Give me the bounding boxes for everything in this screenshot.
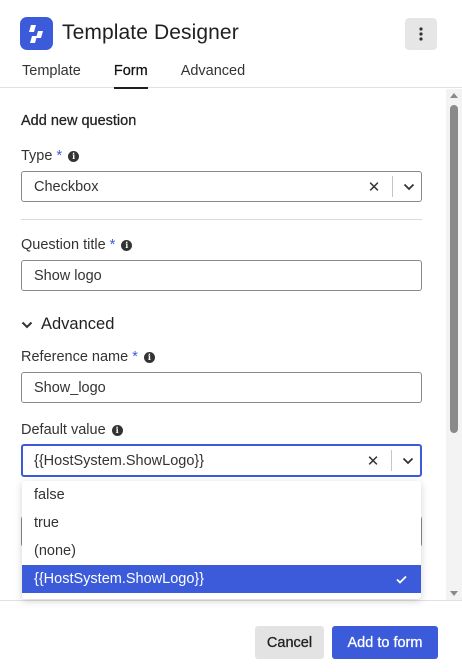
- required-mark: *: [132, 349, 138, 365]
- chevron-down-icon: [21, 321, 33, 328]
- app-title: Template Designer: [62, 21, 239, 44]
- tab-form[interactable]: Form: [114, 63, 148, 89]
- question-title-label-text: Question title: [21, 237, 106, 253]
- default-value-label: Default value i: [21, 422, 123, 438]
- clear-icon[interactable]: ✕: [361, 452, 385, 470]
- default-value-label-text: Default value: [21, 422, 106, 438]
- info-icon[interactable]: i: [111, 424, 123, 436]
- info-icon[interactable]: i: [68, 150, 80, 162]
- tab-template[interactable]: Template: [22, 63, 81, 88]
- footer: Cancel Add to form: [0, 600, 462, 672]
- tab-advanced[interactable]: Advanced: [181, 63, 246, 88]
- info-icon[interactable]: i: [121, 239, 133, 251]
- kebab-menu-button[interactable]: [405, 18, 437, 50]
- type-label: Type * i: [21, 148, 80, 164]
- app-header: Template Designer Template Form Advanced: [0, 0, 462, 89]
- required-mark: *: [56, 148, 63, 164]
- cancel-button[interactable]: Cancel: [255, 626, 324, 659]
- app-logo-icon: [28, 24, 43, 43]
- reference-name-value: Show_logo: [34, 379, 106, 396]
- reference-name-label-text: Reference name: [21, 349, 129, 365]
- tab-bar: Template Form Advanced: [22, 63, 278, 89]
- add-to-form-button[interactable]: Add to form: [332, 626, 438, 659]
- dropdown-option[interactable]: (none): [22, 537, 421, 565]
- default-value-select-value: {{HostSystem.ShowLogo}}: [34, 452, 205, 469]
- select-separator: [391, 450, 392, 471]
- advanced-toggle[interactable]: Advanced: [21, 315, 114, 334]
- dropdown-option-selected[interactable]: {{HostSystem.ShowLogo}}: [22, 565, 421, 593]
- app-logo: [20, 17, 53, 50]
- clear-icon[interactable]: ✕: [362, 178, 386, 196]
- type-select-value: Checkbox: [34, 178, 99, 195]
- dropdown-option[interactable]: false: [22, 481, 421, 509]
- chevron-down-icon[interactable]: [396, 457, 420, 465]
- advanced-toggle-label: Advanced: [41, 315, 115, 333]
- dropdown-option[interactable]: true: [22, 509, 421, 537]
- section-title: Add new question: [21, 113, 137, 129]
- default-value-select[interactable]: {{HostSystem.ShowLogo}} ✕: [21, 444, 422, 477]
- question-title-label: Question title * i: [21, 237, 133, 253]
- info-icon[interactable]: i: [143, 351, 155, 363]
- required-mark: *: [109, 237, 116, 253]
- divider: [21, 219, 422, 220]
- scrollbar[interactable]: [446, 89, 462, 600]
- type-label-text: Type: [21, 148, 53, 164]
- kebab-menu-icon: [419, 27, 423, 41]
- scroll-down-icon[interactable]: [450, 591, 458, 596]
- reference-name-input[interactable]: Show_logo: [21, 372, 422, 403]
- reference-name-label: Reference name * i: [21, 349, 155, 365]
- dropdown-option-label: {{HostSystem.ShowLogo}}: [34, 571, 205, 587]
- scroll-up-icon[interactable]: [450, 93, 458, 98]
- question-title-value: Show logo: [34, 267, 102, 284]
- question-title-input[interactable]: Show logo: [21, 260, 422, 291]
- checkmark-icon: [396, 575, 407, 584]
- default-value-dropdown: false true (none) {{HostSystem.ShowLogo}…: [22, 481, 421, 599]
- scrollbar-thumb[interactable]: [450, 105, 458, 433]
- select-separator: [392, 176, 393, 197]
- type-select[interactable]: Checkbox ✕: [21, 171, 422, 202]
- chevron-down-icon[interactable]: [397, 183, 421, 191]
